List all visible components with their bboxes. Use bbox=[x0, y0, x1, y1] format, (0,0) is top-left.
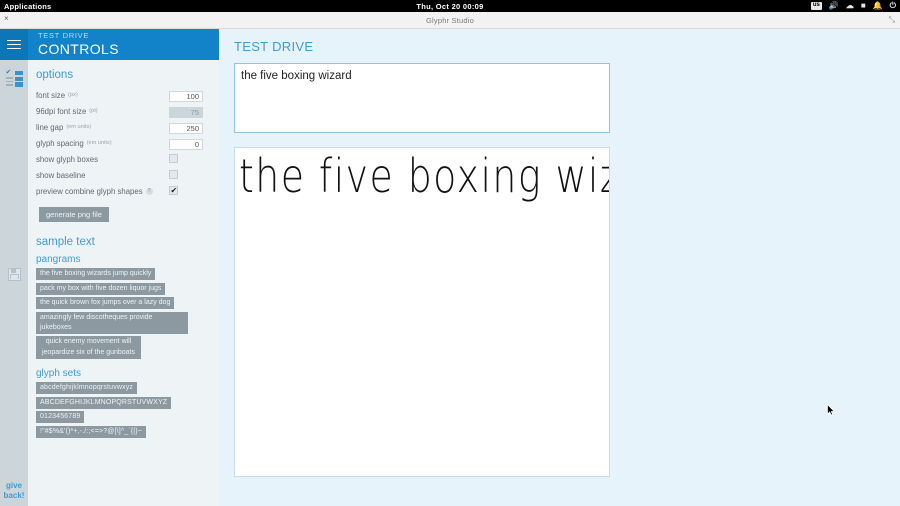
mouse-cursor bbox=[827, 404, 835, 416]
test-text-wrap bbox=[219, 54, 900, 138]
option-unit: (pt) bbox=[89, 108, 98, 114]
preview-combine-checkbox[interactable] bbox=[169, 186, 178, 196]
pangrams-heading: pangrams bbox=[36, 254, 81, 265]
hamburger-menu-icon bbox=[7, 37, 21, 51]
option-row-show-baseline: show baseline bbox=[36, 167, 219, 183]
font-preview-canvas[interactable]: the five boxing wizard bbox=[234, 147, 610, 477]
window-title-bar: × Glyphr Studio ⤡ bbox=[0, 12, 900, 29]
controls-panel: TEST DRIVE CONTROLS options font size (p… bbox=[28, 29, 219, 506]
show-glyph-boxes-checkbox[interactable] bbox=[169, 154, 178, 163]
give-back-label: give back! bbox=[3, 481, 25, 500]
sample-text-heading: sample text bbox=[36, 236, 95, 248]
notification-icon[interactable]: 🔔 bbox=[873, 2, 883, 10]
option-label: 96dpi font size bbox=[36, 106, 87, 116]
option-unit: (px) bbox=[68, 92, 78, 98]
os-tray: us 🔊 ☁ ■ 🔔 ⏻ bbox=[810, 0, 896, 12]
os-top-bar: Applications Thu, Oct 20 00:09 us 🔊 ☁ ■ … bbox=[0, 0, 900, 12]
option-row-96dpi-font-size: 96dpi font size (pt) bbox=[36, 103, 219, 119]
options-list: font size (px) 96dpi font size (pt) line… bbox=[36, 87, 219, 199]
dpi-font-size-input bbox=[169, 107, 203, 118]
show-baseline-checkbox[interactable] bbox=[169, 170, 178, 179]
glyph-spacing-input[interactable] bbox=[169, 139, 203, 150]
option-label: font size bbox=[36, 90, 66, 100]
line-gap-input[interactable] bbox=[169, 123, 203, 134]
options-heading: options bbox=[36, 69, 74, 81]
help-icon[interactable]: ? bbox=[145, 187, 153, 195]
glyph-sets-heading: glyph sets bbox=[36, 368, 82, 379]
list-item[interactable]: 0123456789 bbox=[36, 411, 85, 423]
panel-layout-icon: ✔ bbox=[5, 69, 23, 87]
network-icon[interactable]: ☁ bbox=[846, 2, 854, 10]
controls-header: TEST DRIVE CONTROLS bbox=[28, 29, 219, 60]
option-unit: (em units) bbox=[86, 140, 112, 146]
option-row-glyph-spacing: glyph spacing (em units) bbox=[36, 135, 219, 151]
option-label: preview combine glyph shapes bbox=[36, 186, 143, 196]
battery-icon[interactable]: ■ bbox=[861, 2, 866, 10]
keyboard-layout-icon[interactable]: us bbox=[810, 1, 822, 11]
list-item[interactable]: pack my box with five dozen liquor jugs bbox=[36, 282, 166, 295]
option-label: glyph spacing bbox=[36, 138, 84, 148]
test-drive-panel: TEST DRIVE the five boxing wizard bbox=[219, 29, 900, 506]
controls-kicker: TEST DRIVE bbox=[38, 31, 90, 40]
nav-rail: ✔ give back! bbox=[0, 29, 28, 506]
volume-icon[interactable]: 🔊 bbox=[829, 2, 839, 10]
controls-title: CONTROLS bbox=[38, 41, 119, 57]
option-label: line gap bbox=[36, 122, 64, 132]
preview-text: the five boxing wizard bbox=[239, 150, 609, 204]
pangrams-list: the five boxing wizards jump quickly pac… bbox=[36, 268, 219, 359]
option-control bbox=[169, 182, 178, 200]
maximize-icon[interactable]: ⤡ bbox=[889, 16, 895, 24]
list-item[interactable]: the quick brown fox jumps over a lazy do… bbox=[36, 297, 175, 309]
list-item[interactable]: abcdefghijklmnopqrstuvwxyz bbox=[36, 382, 137, 394]
test-text-input[interactable] bbox=[234, 63, 610, 133]
glyph-sets-list: abcdefghijklmnopqrstuvwxyz ABCDEFGHIJKLM… bbox=[36, 382, 219, 438]
save-floppy-icon bbox=[7, 267, 21, 281]
list-item[interactable]: amazingly few discotheques provide jukeb… bbox=[36, 311, 188, 334]
power-icon[interactable]: ⏻ bbox=[890, 2, 896, 10]
list-item[interactable]: ABCDEFGHIJKLMNOPQRSTUVWXYZ bbox=[36, 396, 172, 409]
option-row-line-gap: line gap (em units) bbox=[36, 119, 219, 135]
list-item[interactable]: !"#$%&'()*+,-./:;<=>?@[\]^_`{|}~ bbox=[36, 425, 146, 438]
font-size-input[interactable] bbox=[169, 91, 203, 102]
nav-item-save[interactable] bbox=[0, 259, 28, 289]
option-label: show baseline bbox=[36, 170, 86, 180]
menu-button[interactable] bbox=[0, 29, 28, 60]
option-row-show-glyph-boxes: show glyph boxes bbox=[36, 151, 219, 167]
option-label: show glyph boxes bbox=[36, 154, 98, 164]
nav-item-panels[interactable]: ✔ bbox=[0, 63, 28, 93]
page-title: TEST DRIVE bbox=[234, 39, 314, 54]
app-root: ✔ give back! TEST DRIVE CONTROLS options bbox=[0, 29, 900, 506]
option-row-preview-combine: preview combine glyph shapes ? bbox=[36, 183, 219, 199]
list-item[interactable]: the five boxing wizards jump quickly bbox=[36, 268, 156, 280]
window-title: Glyphr Studio bbox=[425, 16, 475, 25]
os-clock[interactable]: Thu, Oct 20 00:09 bbox=[0, 2, 900, 11]
option-row-font-size: font size (px) bbox=[36, 87, 219, 103]
list-item[interactable]: quick enemy movement will jeopardize six… bbox=[36, 336, 141, 359]
option-unit: (em units) bbox=[66, 124, 92, 130]
generate-png-button[interactable]: generate png file bbox=[39, 207, 109, 222]
controls-body: options font size (px) 96dpi font size (… bbox=[28, 60, 219, 438]
give-back-link[interactable]: give back! bbox=[0, 481, 28, 500]
